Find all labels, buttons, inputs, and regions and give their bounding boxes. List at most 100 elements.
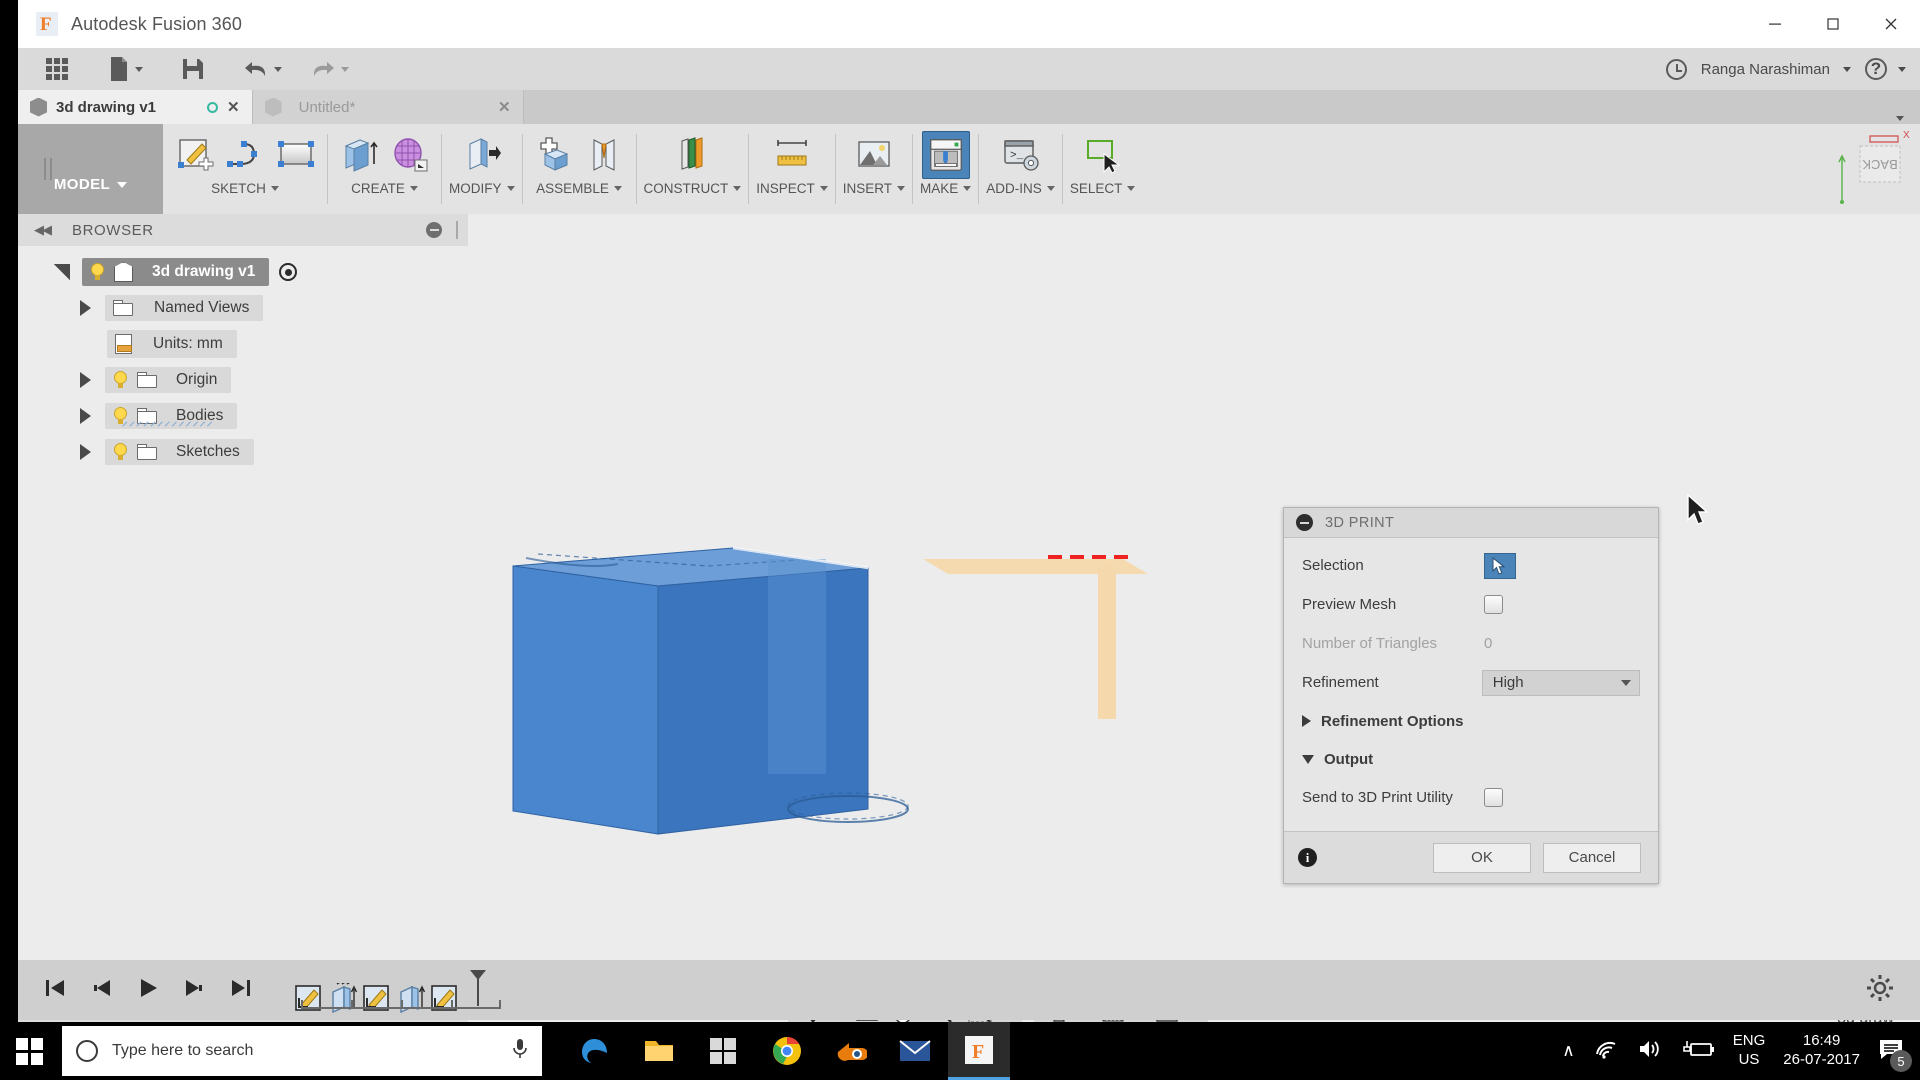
document-tab-3d-drawing[interactable]: 3d drawing v1 ✕ (18, 90, 252, 124)
expand-arrow-icon[interactable] (80, 372, 91, 388)
selection-button[interactable] (1484, 552, 1516, 579)
dialog-row-refinement: Refinement High (1284, 663, 1658, 702)
show-hidden-icons-chevron[interactable]: ∧ (1562, 1041, 1574, 1061)
create-sketch-icon[interactable] (170, 131, 218, 179)
volume-icon[interactable] (1637, 1038, 1663, 1065)
document-tab-untitled[interactable]: Untitled* ✕ (252, 90, 523, 124)
mail-icon[interactable] (884, 1022, 946, 1080)
minimize-button[interactable] (1746, 0, 1804, 48)
spline-icon[interactable] (221, 131, 269, 179)
wifi-icon[interactable] (1593, 1038, 1619, 1065)
step-forward-icon[interactable] (182, 977, 206, 1004)
workspace-selector[interactable]: MODEL (18, 124, 163, 214)
panel-resize-handle[interactable] (456, 221, 458, 239)
battery-charging-icon[interactable] (1681, 1038, 1715, 1065)
3d-viewport[interactable] (468, 214, 1920, 1076)
chrome-icon[interactable] (756, 1022, 818, 1080)
info-icon[interactable]: i (1298, 848, 1317, 867)
tree-item-units[interactable]: Units: mm (18, 326, 468, 362)
ribbon-group-label[interactable]: ASSEMBLE (536, 181, 622, 196)
microphone-icon[interactable] (512, 1038, 528, 1065)
expand-arrow-icon[interactable] (80, 300, 91, 316)
ribbon-group-label[interactable]: MAKE (920, 181, 972, 196)
taskbar-search[interactable]: Type here to search (62, 1026, 542, 1076)
select-window-icon[interactable] (1079, 131, 1127, 179)
tree-item-label: Units: mm (153, 335, 223, 352)
tree-item-named-views[interactable]: Named Views (18, 290, 468, 326)
insert-mcmaster-icon[interactable] (850, 131, 898, 179)
tree-item-bodies[interactable]: Bodies (18, 398, 468, 434)
visibility-bulb-icon[interactable] (113, 371, 128, 389)
go-to-end-icon[interactable] (228, 977, 252, 1004)
fusion360-icon[interactable]: F (948, 1022, 1010, 1080)
rectangle-icon[interactable] (272, 131, 320, 179)
clock-date[interactable]: 16:49 26-07-2017 (1783, 1032, 1860, 1070)
section-output[interactable]: Output (1284, 740, 1658, 778)
ribbon-group-label[interactable]: CONSTRUCT (644, 181, 742, 196)
file-explorer-icon[interactable] (628, 1022, 690, 1080)
extrude-icon[interactable] (335, 131, 383, 179)
collapse-left-icon[interactable]: ◀◀ (34, 222, 52, 238)
minimize-circle-icon[interactable] (1296, 514, 1313, 531)
help-menu[interactable]: ? (1865, 58, 1906, 80)
ribbon-group-label[interactable]: ADD-INS (986, 181, 1055, 196)
close-button[interactable] (1862, 0, 1920, 48)
joint-icon[interactable] (581, 131, 629, 179)
view-cube[interactable]: X BACK (1760, 128, 1910, 213)
clock-date-value: 26-07-2017 (1783, 1051, 1860, 1068)
ribbon-group-label[interactable]: SELECT (1070, 181, 1136, 196)
app-grid-icon[interactable] (38, 48, 76, 90)
expand-arrow-icon[interactable] (54, 264, 70, 280)
visibility-bulb-icon[interactable] (113, 443, 128, 461)
close-icon[interactable]: ✕ (498, 98, 511, 116)
redo-icon[interactable] (302, 48, 357, 90)
workspace-label: MODEL (53, 175, 111, 193)
expand-arrow-icon[interactable] (80, 444, 91, 460)
browser-collapse-button[interactable] (426, 222, 442, 238)
store-icon[interactable] (692, 1022, 754, 1080)
activate-target-icon[interactable] (279, 263, 298, 281)
scripts-addins-icon[interactable]: >_ (997, 131, 1045, 179)
ok-button[interactable]: OK (1433, 842, 1531, 873)
step-back-icon[interactable] (90, 977, 114, 1004)
preview-mesh-checkbox[interactable] (1484, 595, 1503, 614)
send-to-3d-print-utility-checkbox[interactable] (1484, 788, 1503, 807)
ribbon-group-label[interactable]: INSERT (843, 181, 906, 196)
ribbon-group-label[interactable]: INSPECT (756, 181, 828, 196)
windows-start-icon[interactable] (0, 1022, 58, 1080)
ribbon-group-label[interactable]: CREATE (351, 181, 418, 196)
timeline-playback-controls (44, 977, 252, 1004)
close-icon[interactable]: ✕ (227, 98, 240, 116)
cancel-button[interactable]: Cancel (1543, 842, 1641, 873)
user-account-menu[interactable]: Ranga Narashiman (1701, 61, 1851, 78)
create-form-icon[interactable] (386, 131, 434, 179)
undo-icon[interactable] (235, 48, 290, 90)
press-pull-icon[interactable] (458, 131, 506, 179)
ribbon-group-label[interactable]: MODIFY (449, 181, 515, 196)
tree-item-sketches[interactable]: Sketches (18, 434, 468, 470)
refinement-select[interactable]: High (1481, 669, 1640, 696)
tree-item-origin[interactable]: Origin (18, 362, 468, 398)
timeline-settings-icon[interactable] (1866, 974, 1894, 1007)
expand-arrow-icon[interactable] (80, 408, 91, 424)
tree-item-3d-drawing[interactable]: 3d drawing v1 (18, 254, 468, 290)
blender-icon[interactable] (820, 1022, 882, 1080)
go-to-beginning-icon[interactable] (44, 977, 68, 1004)
notification-center-icon[interactable]: 5 (1878, 1038, 1912, 1072)
offset-plane-icon[interactable] (668, 131, 716, 179)
new-document-icon[interactable] (100, 48, 151, 90)
tab-overflow-caret-icon[interactable] (1891, 116, 1904, 121)
save-icon[interactable] (173, 48, 213, 90)
maximize-button[interactable] (1804, 0, 1862, 48)
play-icon[interactable] (136, 977, 160, 1004)
section-refinement-options[interactable]: Refinement Options (1284, 702, 1658, 740)
clock-history-icon[interactable] (1665, 58, 1687, 80)
3d-print-icon[interactable] (921, 131, 970, 179)
ribbon-grip (44, 158, 52, 180)
ribbon-group-label[interactable]: SKETCH (211, 181, 279, 196)
language-indicator[interactable]: ENG US (1733, 1032, 1766, 1070)
new-component-icon[interactable] (530, 131, 578, 179)
measure-icon[interactable] (768, 131, 816, 179)
visibility-bulb-icon[interactable] (90, 263, 105, 281)
edge-icon[interactable] (564, 1022, 626, 1080)
